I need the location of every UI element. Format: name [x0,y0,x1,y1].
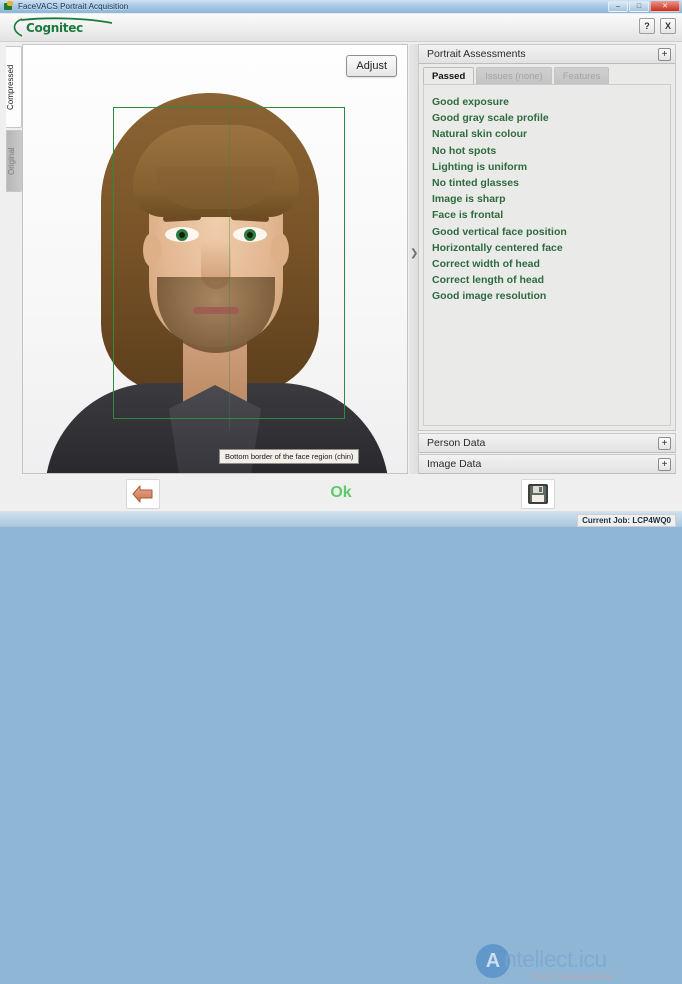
watermark-text: ntellect.icu [504,946,607,972]
list-item: Face is frontal [432,209,504,222]
watermark-mark: A [476,944,510,978]
view-mode-tabs: Compressed Original [6,46,22,226]
list-item: Good vertical face position [432,225,567,238]
status-bar: Current Job: LCP4WQ0 [0,511,682,527]
close-button[interactable]: ✕ [650,1,680,12]
maximize-button[interactable]: □ [629,1,649,12]
portrait-image-panel[interactable]: Bottom border of the face region (chin) … [22,44,408,474]
current-job-label: Current Job: LCP4WQ0 [577,514,676,527]
application-client-area: Cognitec ? X Compressed Original Bottom … [0,14,682,981]
panel-splitter[interactable]: ❯ [409,44,418,474]
list-item: No tinted glasses [432,177,519,190]
list-item: Good gray scale profile [432,112,549,125]
list-item: Horizontally centered face [432,241,563,254]
app-header: Cognitec ? X [0,14,682,42]
person-data-title: Person Data [427,437,486,449]
section-title: Portrait Assessments [427,48,526,60]
tab-compressed[interactable]: Compressed [6,46,22,128]
app-icon [3,1,14,12]
bottom-toolbar: Ok A ntellect.icu Искусственный разум [0,476,682,981]
help-button[interactable]: ? [639,18,655,34]
portrait-photo [23,45,407,473]
person-data-header[interactable]: Person Data + [418,433,676,453]
assessments-body: Passed Issues (none) Features Good expos… [418,64,676,431]
save-floppy-icon [528,484,548,504]
window-controls: – □ ✕ [608,1,680,12]
list-item: Correct width of head [432,258,540,271]
expand-person-data-button[interactable]: + [658,437,671,450]
image-data-header[interactable]: Image Data + [418,454,676,474]
passed-assessments-list: Good exposure Good gray scale profile Na… [423,84,671,426]
expand-assessments-button[interactable]: + [658,48,671,61]
os-window: FaceVACS Portrait Acquisition – □ ✕ Cogn… [0,0,682,981]
brand-name: Cognitec [26,21,83,35]
save-button[interactable] [521,479,555,509]
list-item: Image is sharp [432,193,506,206]
status-ok-text: Ok [330,484,352,501]
tab-original[interactable]: Original [6,130,22,192]
watermark-subtitle: Искусственный разум [532,972,613,981]
list-item: Good image resolution [432,290,547,303]
assessments-panel: Portrait Assessments + Passed Issues (no… [418,44,676,474]
window-title: FaceVACS Portrait Acquisition [18,2,129,11]
adjust-button[interactable]: Adjust [346,55,397,77]
list-item: Lighting is uniform [432,160,528,173]
header-buttons: ? X [639,18,676,34]
portrait-assessments-header[interactable]: Portrait Assessments + [418,44,676,64]
list-item: Good exposure [432,96,510,108]
list-item: Correct length of head [432,274,545,287]
image-viewer-area: Compressed Original Bottom border of the… [6,44,408,474]
image-data-title: Image Data [427,458,482,470]
list-item: Natural skin colour [432,128,528,141]
chin-border-tooltip: Bottom border of the face region (chin) [219,449,360,464]
app-close-button[interactable]: X [660,18,676,34]
minimize-button[interactable]: – [608,1,628,12]
list-item: No hot spots [432,144,497,157]
cognitec-logo: Cognitec [8,17,128,39]
window-titlebar: FaceVACS Portrait Acquisition – □ ✕ [0,0,682,14]
watermark: A ntellect.icu Искусственный разум [476,942,682,984]
expand-image-data-button[interactable]: + [658,458,671,471]
